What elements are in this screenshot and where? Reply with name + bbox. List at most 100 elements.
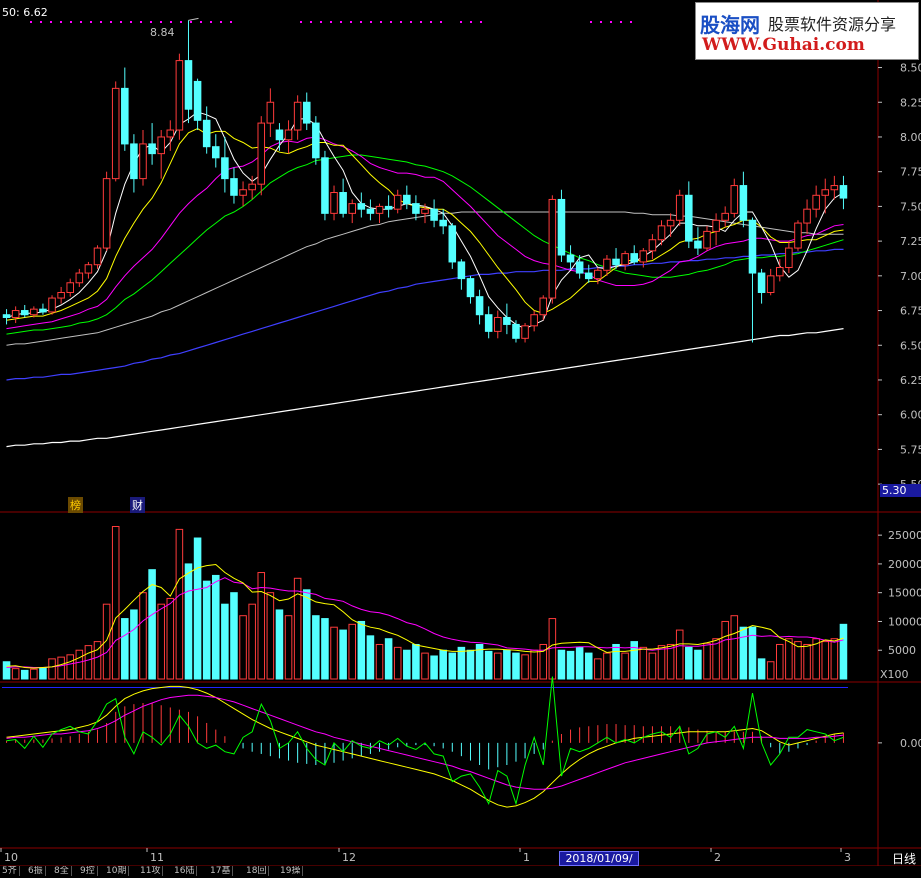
volume-tick-label: 5000 xyxy=(888,644,916,657)
signal-dot xyxy=(440,21,442,23)
volume-bar xyxy=(430,655,438,680)
volume-bar xyxy=(39,666,47,680)
volume-bar xyxy=(11,668,20,680)
signal-dot xyxy=(220,21,222,23)
volume-bar xyxy=(821,641,830,680)
volume-bar xyxy=(594,658,602,680)
candle xyxy=(530,314,538,327)
ma250-line xyxy=(6,328,844,448)
tab-18[interactable]: 18回 xyxy=(244,866,270,876)
signal-dot xyxy=(370,21,372,23)
tab-10[interactable]: 10期 xyxy=(104,866,130,876)
volume-bar xyxy=(757,658,766,680)
period-label[interactable]: 日线 xyxy=(892,850,916,867)
candle xyxy=(439,219,447,227)
tab-6[interactable]: 6振 xyxy=(26,866,46,876)
candle xyxy=(11,310,20,318)
signal-dot xyxy=(620,21,622,23)
candle xyxy=(730,185,739,214)
peak-price-label: 8.84 xyxy=(150,26,175,39)
volume-bar xyxy=(493,652,502,680)
candle xyxy=(657,225,666,241)
tab-8[interactable]: 8全 xyxy=(52,866,72,876)
candle xyxy=(111,87,120,180)
volume-unit-label: X100 xyxy=(880,668,909,681)
signal-dot xyxy=(610,21,612,23)
volume-bar xyxy=(412,643,420,680)
candle xyxy=(130,143,138,180)
signal-dot xyxy=(330,21,332,23)
volume-bar xyxy=(2,661,11,680)
volume-bar xyxy=(66,654,75,680)
price-tick-label: 8.25 xyxy=(900,96,921,109)
signal-dot xyxy=(120,21,122,23)
volume-bar xyxy=(166,597,175,680)
candle xyxy=(393,194,402,210)
tab-9[interactable]: 9控 xyxy=(78,866,98,876)
stock-chart[interactable]: 8.50 8.25 8.00 7.75 7.50 7.25 7.00 6.75 6.50 6.25… xyxy=(0,0,921,876)
volume-bar xyxy=(766,661,775,680)
volume-tick-label: 20000 xyxy=(888,558,921,571)
volume-bar xyxy=(484,650,493,680)
volume-bar xyxy=(339,629,347,680)
candle xyxy=(248,183,256,191)
candle xyxy=(648,239,657,252)
signal-dot xyxy=(460,21,462,23)
volume-bar xyxy=(803,643,811,680)
volume-bar xyxy=(739,626,748,680)
candle xyxy=(484,314,493,332)
volume-bar xyxy=(121,618,129,680)
candle xyxy=(193,80,202,121)
volume-bar xyxy=(302,589,311,680)
volume-bar xyxy=(675,629,684,680)
volume-bar xyxy=(330,626,338,680)
signal-dot xyxy=(90,21,92,23)
volume-bar xyxy=(393,646,402,680)
volume-bar xyxy=(211,574,220,680)
tab-5[interactable]: 5齐 xyxy=(0,866,20,876)
rank-tag[interactable]: 榜 xyxy=(68,497,83,513)
volume-bar xyxy=(321,618,329,680)
signal-dot xyxy=(110,21,112,23)
candle xyxy=(448,225,457,263)
signal-dot xyxy=(30,21,32,23)
candle xyxy=(685,194,693,242)
finance-tag[interactable]: 财 xyxy=(130,497,145,513)
signal-dot xyxy=(600,21,602,23)
volume-bar xyxy=(102,603,111,680)
candle xyxy=(821,189,830,196)
price-tick-label: 6.00 xyxy=(900,409,921,422)
signal-dot xyxy=(100,21,102,23)
signal-dot xyxy=(210,21,212,23)
candle xyxy=(66,282,75,293)
tab-19[interactable]: 19操 xyxy=(278,866,304,876)
volume-bar xyxy=(384,638,393,680)
volume-bar xyxy=(639,646,648,680)
candle xyxy=(721,212,729,221)
signal-dot xyxy=(310,21,312,23)
volume-bar xyxy=(712,638,720,680)
cursor-price-tag: 5.30 xyxy=(880,484,921,497)
volume-bar xyxy=(466,649,475,680)
candle xyxy=(202,119,211,148)
tab-17[interactable]: 17基 xyxy=(208,866,234,876)
volume-bar xyxy=(48,658,56,680)
candle xyxy=(712,219,720,232)
candle xyxy=(548,198,557,299)
candle xyxy=(539,297,548,316)
date-tick-label: 12 xyxy=(342,851,356,864)
candle xyxy=(139,143,147,180)
candle xyxy=(603,258,611,271)
price-tick-label: 8.50 xyxy=(900,62,921,75)
signal-dot xyxy=(470,21,472,23)
tab-11[interactable]: 11攻 xyxy=(138,866,164,876)
candle xyxy=(166,129,175,138)
candle xyxy=(839,185,848,199)
tab-16[interactable]: 16陆 xyxy=(172,866,198,876)
indicator-line-1 xyxy=(6,685,844,808)
signal-dot xyxy=(350,21,352,23)
candle xyxy=(639,250,648,263)
candle xyxy=(348,203,357,214)
price-tick-label: 7.50 xyxy=(900,200,921,213)
price-tick-label: 7.25 xyxy=(900,235,921,248)
